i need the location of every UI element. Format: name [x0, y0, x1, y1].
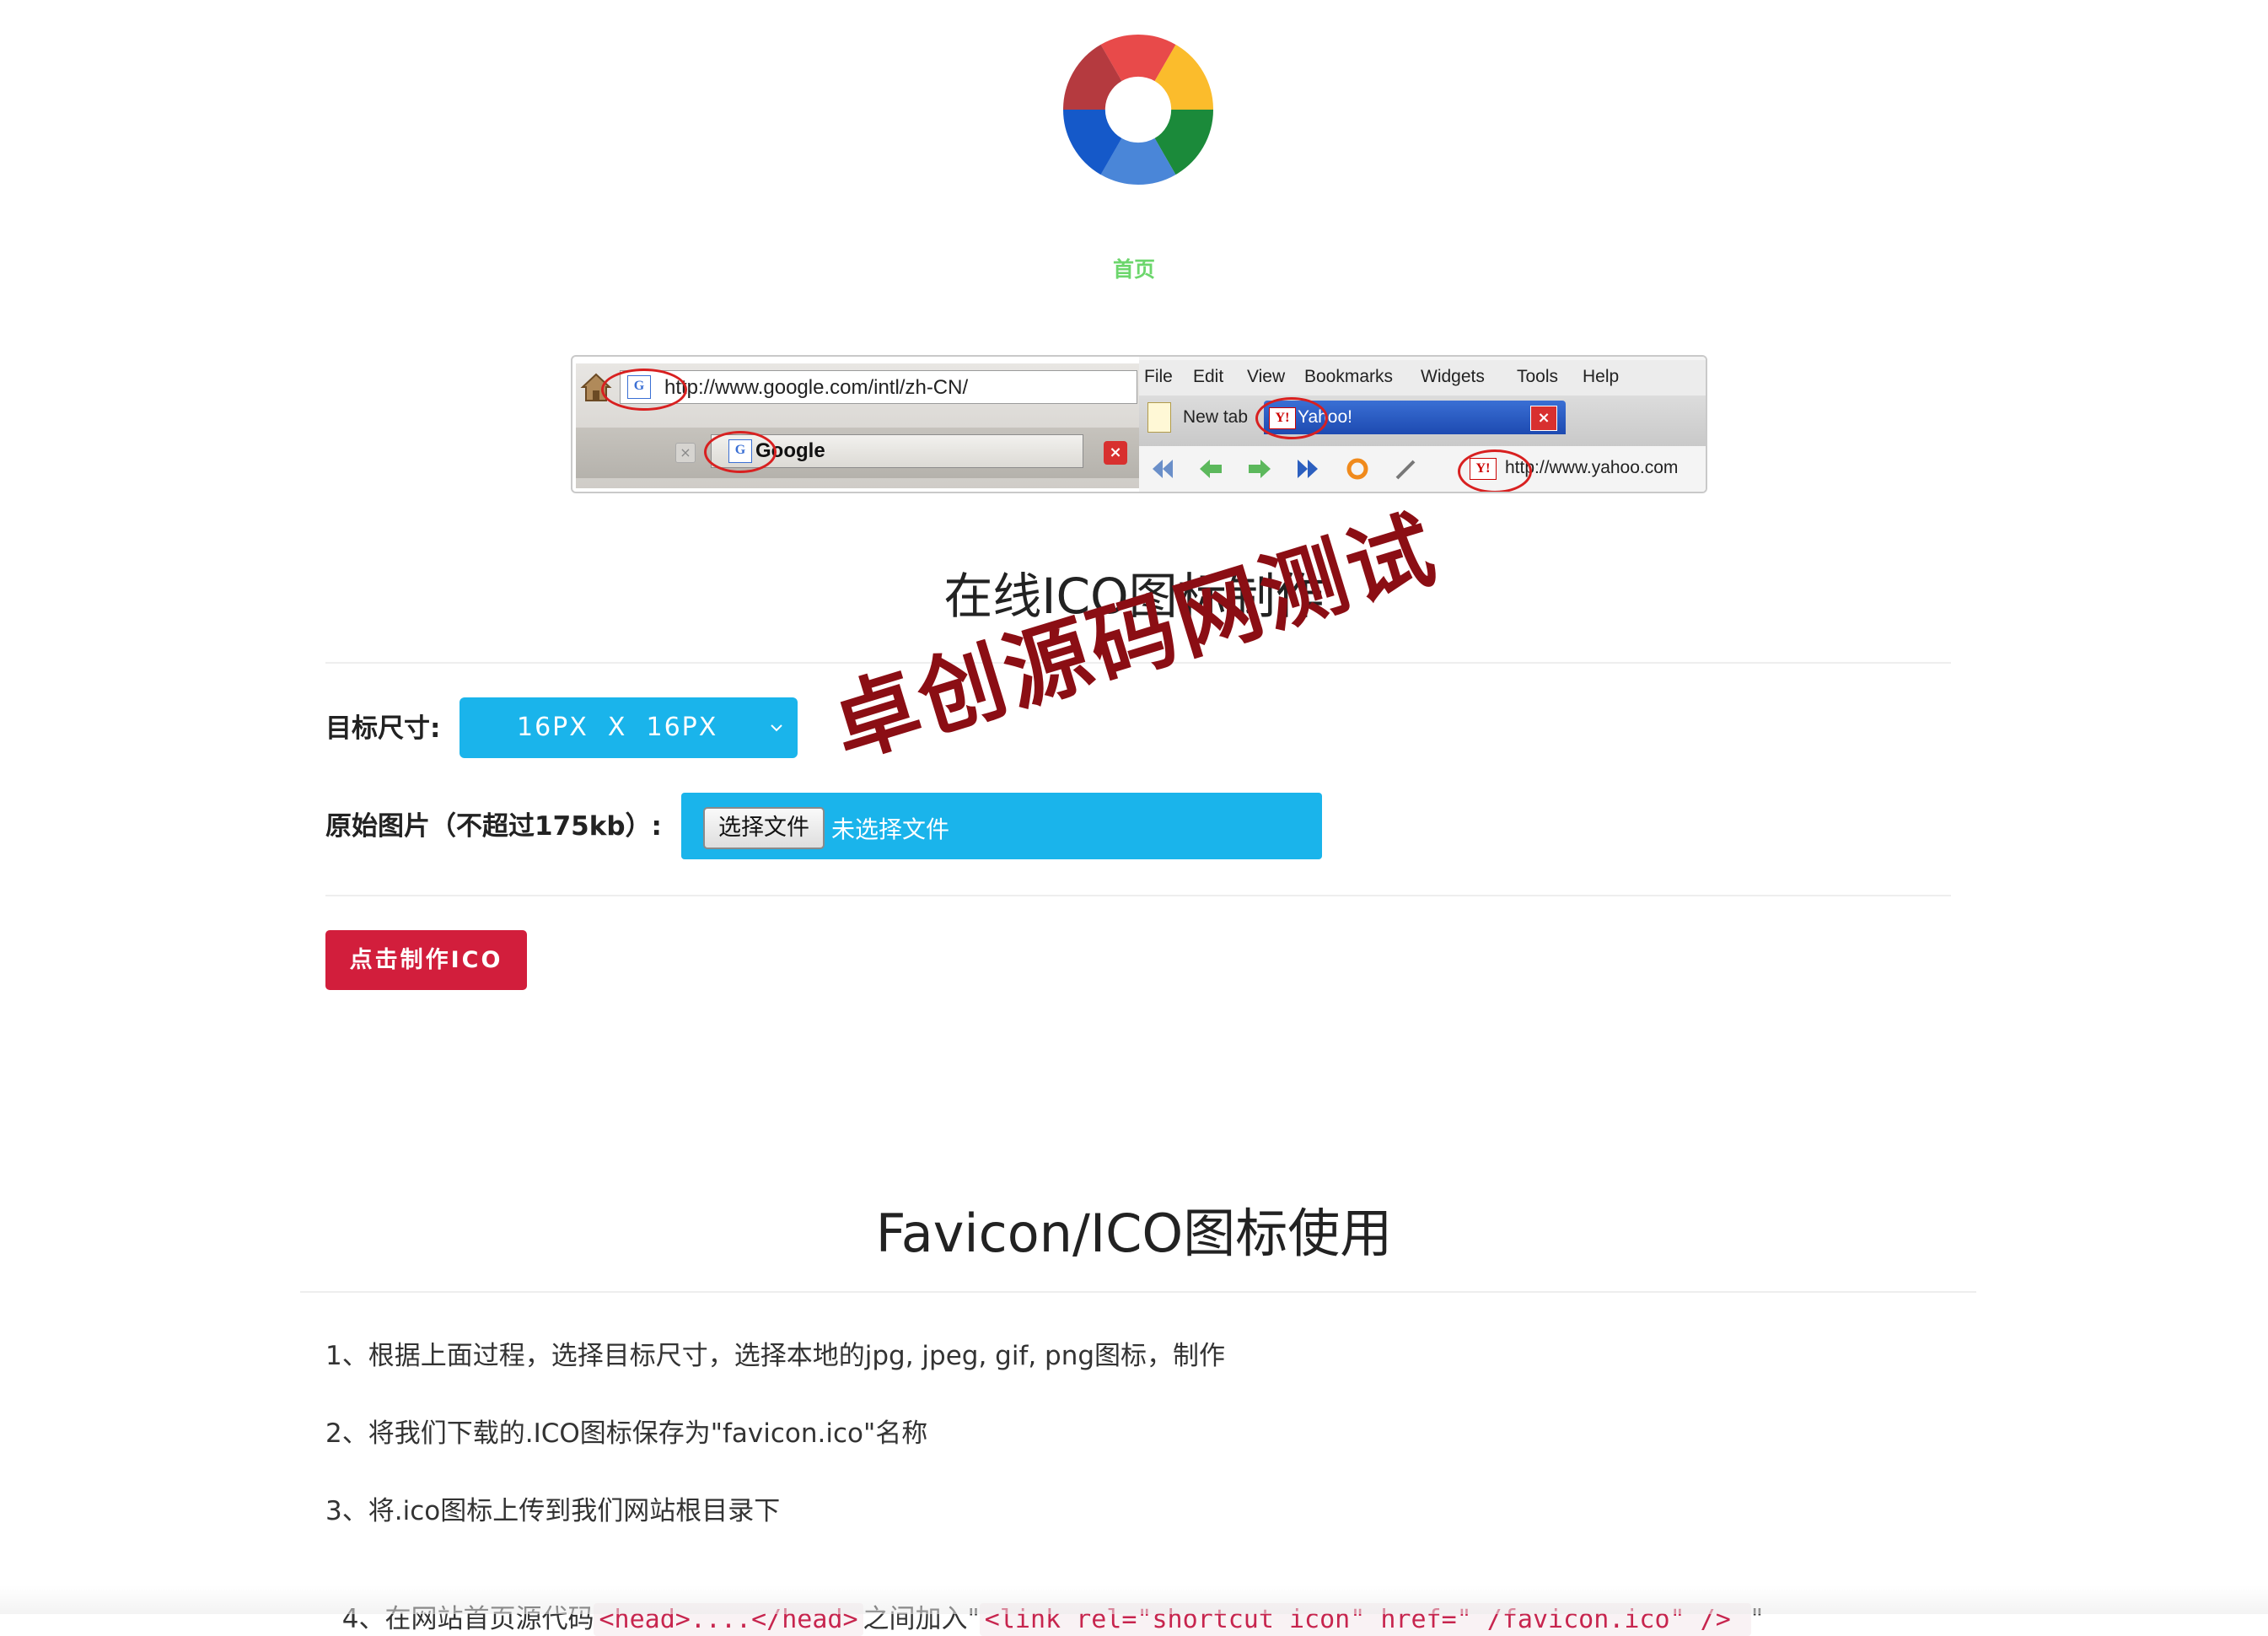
menu-tools: Tools: [1517, 367, 1559, 386]
bottom-shadow: [0, 1585, 2268, 1614]
site-logo: [1063, 35, 1213, 185]
choose-file-button[interactable]: 选择文件: [703, 807, 825, 849]
reload-icon: [1346, 458, 1368, 480]
page-icon: [1147, 402, 1171, 433]
menu-bookmarks: Bookmarks: [1304, 367, 1394, 386]
menu-help: Help: [1583, 367, 1620, 386]
google-browser-panel: G http://www.google.com/intl/zh-CN/ × G …: [576, 363, 1139, 488]
file-status-text: 未选择文件: [831, 815, 950, 843]
highlight-ring: [1458, 449, 1532, 492]
nav-home-link[interactable]: 首页: [1050, 253, 1218, 283]
browser-menu-bar: File Edit View Bookmarks Widgets Tools H…: [1139, 360, 1706, 396]
close-icon: ×: [675, 443, 696, 463]
opera-tab-bar: New tab Y! Yahoo! ×: [1139, 396, 1706, 446]
chevron-down-icon: [771, 724, 782, 732]
target-size-value: 16PX X 16PX: [517, 713, 718, 742]
opera-browser-panel: File Edit View Bookmarks Widgets Tools H…: [1139, 357, 1706, 492]
source-image-file-input[interactable]: 选择文件 未选择文件: [681, 793, 1322, 859]
usage-step-2: 2、将我们下载的.ICO图标保存为"favicon.ico"名称: [325, 1418, 928, 1449]
menu-widgets: Widgets: [1421, 367, 1485, 386]
divider: [325, 895, 1951, 896]
divider: [300, 1291, 1976, 1293]
highlight-ring: [1255, 397, 1328, 439]
source-image-label: 原始图片（不超过175kb）:: [325, 811, 662, 842]
menu-view: View: [1247, 367, 1286, 386]
opera-toolbar: Y! http://www.yahoo.com: [1139, 446, 1706, 492]
menu-edit: Edit: [1193, 367, 1224, 386]
close-icon: ×: [1530, 406, 1557, 431]
rewind-icon: [1153, 460, 1173, 478]
highlight-ring: [704, 431, 777, 473]
google-url-text: http://www.google.com/intl/zh-CN/: [664, 376, 969, 399]
watermark-text: 卓创源码网测试: [820, 498, 1449, 778]
make-ico-button[interactable]: 点击制作ICO: [325, 930, 527, 990]
favicon-example-image: G http://www.google.com/intl/zh-CN/ × G …: [571, 355, 1707, 493]
close-icon: ×: [1104, 441, 1127, 465]
new-tab-label: New tab: [1183, 407, 1249, 427]
target-size-select[interactable]: 16PX X 16PX: [460, 697, 798, 758]
usage-step-1: 1、根据上面过程，选择目标尺寸，选择本地的jpg, jpeg, gif, png…: [325, 1341, 1226, 1371]
google-tab-row: × G Google ×: [576, 428, 1139, 478]
usage-title: Favicon/ICO图标使用: [875, 1203, 1393, 1264]
usage-step-3: 3、将.ico图标上传到我们网站根目录下: [325, 1496, 781, 1526]
target-size-label: 目标尺寸:: [325, 713, 441, 744]
highlight-ring: [601, 369, 687, 411]
menu-file: File: [1144, 367, 1173, 386]
fast-forward-icon: [1298, 460, 1318, 478]
back-arrow-icon: [1200, 460, 1222, 478]
forward-arrow-icon: [1249, 460, 1271, 478]
pen-icon: [1395, 460, 1416, 480]
google-address-bar: G http://www.google.com/intl/zh-CN/: [620, 370, 1137, 404]
